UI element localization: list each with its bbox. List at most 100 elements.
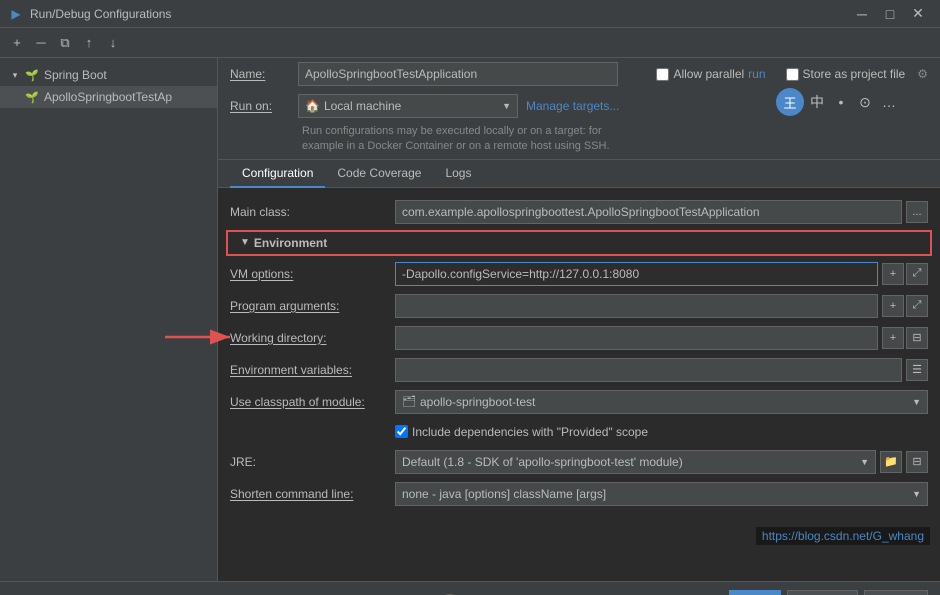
working-dir-collapse-button[interactable]: ⊟: [906, 327, 928, 349]
move-down-button[interactable]: ↓: [102, 32, 124, 54]
shorten-dropdown[interactable]: none - java [options] className [args] ▼: [395, 482, 928, 506]
allow-parallel-checkbox[interactable]: [656, 68, 669, 81]
store-project-settings-icon[interactable]: ⚙: [917, 67, 928, 81]
apollo-config-icon: 🌱: [24, 89, 40, 105]
shorten-content: none - java [options] className [args] ▼: [395, 482, 928, 506]
move-up-button[interactable]: ↑: [78, 32, 100, 54]
chinese-icon[interactable]: 中: [806, 91, 828, 113]
close-button[interactable]: ✕: [904, 0, 932, 28]
include-deps-content: Include dependencies with "Provided" sco…: [395, 425, 928, 439]
program-args-row: Program arguments: + ⤢: [218, 290, 940, 322]
ok-button[interactable]: OK: [729, 590, 780, 595]
jre-content: Default (1.8 - SDK of 'apollo-springboot…: [395, 450, 928, 474]
classpath-content: 🗂 apollo-springboot-test ▼: [395, 390, 928, 414]
working-dir-input[interactable]: [395, 326, 878, 350]
add-configuration-button[interactable]: +: [6, 32, 28, 54]
main-class-browse-button[interactable]: ...: [906, 201, 928, 223]
include-deps-checkbox[interactable]: [395, 425, 408, 438]
manage-targets-link[interactable]: Manage targets...: [526, 99, 619, 113]
module-icon: 🗂: [402, 395, 416, 408]
vm-options-add-button[interactable]: +: [882, 263, 904, 285]
shorten-row: Shorten command line: none - java [optio…: [218, 478, 940, 510]
jre-label: JRE:: [230, 455, 395, 469]
minimize-button[interactable]: ─: [848, 0, 876, 28]
include-deps-checkbox-wrap[interactable]: Include dependencies with "Provided" sco…: [395, 425, 648, 439]
working-dir-browse-button[interactable]: +: [882, 327, 904, 349]
program-args-label: Program arguments:: [230, 299, 395, 313]
allow-parallel-link[interactable]: run: [748, 67, 765, 81]
run-on-label: Run on:: [230, 99, 290, 113]
dot-icon[interactable]: •: [830, 91, 852, 113]
jre-dropdown-arrow: ▼: [860, 457, 869, 467]
store-project-checkbox-wrap[interactable]: Store as project file: [786, 67, 906, 81]
expand-icon: ▾: [8, 68, 22, 82]
configurations-toolbar: + ─ ⧉ ↑ ↓: [0, 28, 940, 58]
jre-row: JRE: Default (1.8 - SDK of 'apollo-sprin…: [218, 446, 940, 478]
include-deps-row: Include dependencies with "Provided" sco…: [218, 418, 940, 446]
tab-logs[interactable]: Logs: [433, 160, 483, 188]
remove-configuration-button[interactable]: ─: [30, 32, 52, 54]
working-dir-row: Working directory: + ⊟: [218, 322, 940, 354]
allow-parallel-label: Allow parallel: [673, 67, 744, 81]
env-vars-edit-button[interactable]: ☰: [906, 359, 928, 381]
jre-folder-button[interactable]: 📁: [880, 451, 902, 473]
hint-text: Run configurations may be executed local…: [218, 122, 940, 159]
shorten-value: none - java [options] className [args]: [402, 487, 606, 501]
run-on-value: Local machine: [324, 99, 401, 113]
apply-button[interactable]: Apply: [864, 590, 928, 595]
env-vars-row: Environment variables: ☰: [218, 354, 940, 386]
jre-extra-button[interactable]: ⊟: [906, 451, 928, 473]
user-icon: 王: [783, 93, 796, 112]
classpath-value: apollo-springboot-test: [420, 395, 535, 409]
configurations-sidebar: ▾ 🌱 Spring Boot 🌱 ApolloSpringbootTestAp: [0, 58, 218, 581]
classpath-row: Use classpath of module: 🗂 apollo-spring…: [218, 386, 940, 418]
tab-configuration[interactable]: Configuration: [230, 160, 325, 188]
vm-options-input[interactable]: [395, 262, 878, 286]
program-args-add-button[interactable]: +: [882, 295, 904, 317]
shorten-dropdown-arrow: ▼: [912, 489, 921, 499]
window-controls: ─ □ ✕: [848, 0, 932, 28]
allow-parallel-checkbox-wrap[interactable]: Allow parallel run: [656, 67, 765, 81]
main-class-input[interactable]: [395, 200, 902, 224]
spring-boot-icon: 🌱: [24, 67, 40, 83]
env-vars-input[interactable]: [395, 358, 902, 382]
env-vars-label: Environment variables:: [230, 363, 395, 377]
vm-options-expand-button[interactable]: ⤢: [906, 263, 928, 285]
run-on-dropdown[interactable]: 🏠 Local machine ▼: [298, 94, 518, 118]
chinese-label: 中: [810, 92, 824, 112]
copy-configuration-button[interactable]: ⧉: [54, 32, 76, 54]
environment-section-header[interactable]: ▼ Environment: [226, 230, 932, 256]
name-input[interactable]: [298, 62, 618, 86]
run-debug-icon: ▶: [8, 6, 24, 22]
program-args-input[interactable]: [395, 294, 878, 318]
settings-icon[interactable]: ⊙: [854, 91, 876, 113]
environment-expand-icon: ▼: [240, 237, 250, 248]
bottom-right: OK Cancel Apply: [729, 590, 928, 595]
env-vars-content: ☰: [395, 358, 928, 382]
spring-boot-group-item[interactable]: ▾ 🌱 Spring Boot: [0, 64, 217, 86]
maximize-button[interactable]: □: [876, 0, 904, 28]
working-dir-label: Working directory:: [230, 331, 395, 345]
cancel-button[interactable]: Cancel: [787, 590, 858, 595]
more-icon[interactable]: …: [878, 91, 900, 113]
apollo-config-item[interactable]: 🌱 ApolloSpringbootTestAp: [0, 86, 217, 108]
main-class-row: Main class: ...: [218, 196, 940, 228]
watermark: https://blog.csdn.net/G_whang: [756, 527, 930, 545]
classpath-dropdown[interactable]: 🗂 apollo-springboot-test ▼: [395, 390, 928, 414]
main-class-label: Main class:: [230, 205, 395, 219]
name-label: Name:: [230, 67, 290, 81]
classpath-dropdown-arrow: ▼: [912, 397, 921, 407]
jre-dropdown[interactable]: Default (1.8 - SDK of 'apollo-springboot…: [395, 450, 876, 474]
user-avatar-button[interactable]: 王: [776, 88, 804, 116]
store-project-checkbox[interactable]: [786, 68, 799, 81]
working-dir-buttons: + ⊟: [882, 327, 928, 349]
tab-code-coverage[interactable]: Code Coverage: [325, 160, 433, 188]
program-args-buttons: + ⤢: [882, 295, 928, 317]
program-args-expand-button[interactable]: ⤢: [906, 295, 928, 317]
vm-options-label: VM options:: [230, 267, 395, 281]
dialog-title: Run/Debug Configurations: [30, 7, 848, 21]
main-class-content: ...: [395, 200, 928, 224]
spring-boot-label: Spring Boot: [44, 68, 107, 82]
environment-section-title: Environment: [254, 236, 327, 250]
jre-value: Default (1.8 - SDK of 'apollo-springboot…: [402, 455, 683, 469]
